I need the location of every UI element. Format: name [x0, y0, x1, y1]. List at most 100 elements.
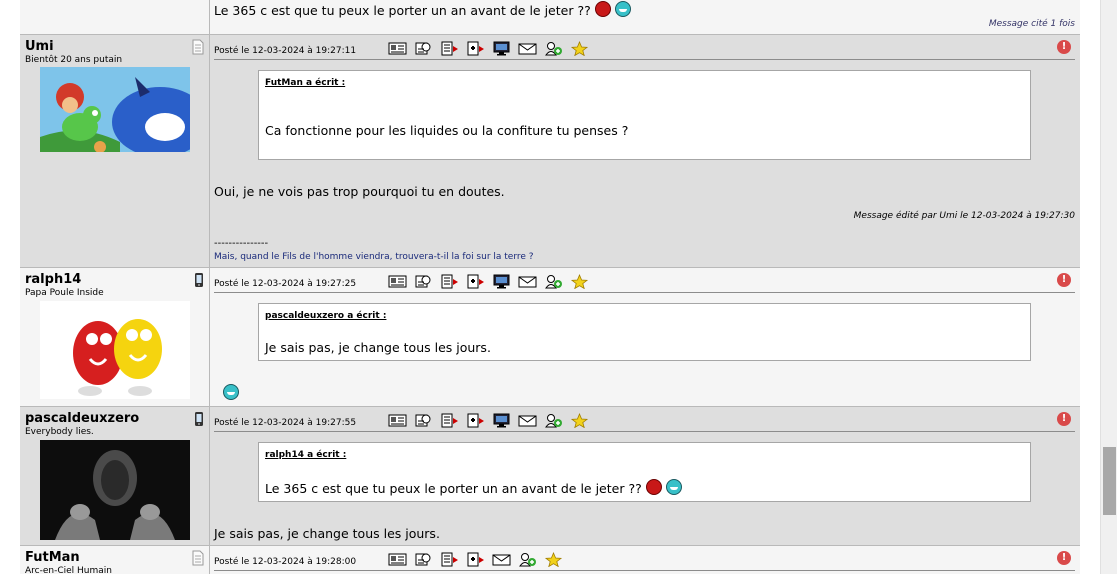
forum-post: FutMan Arc-en-Ciel Humain Posté le 12-03…: [20, 545, 1080, 574]
avatar: [40, 301, 190, 399]
page-scrollbar[interactable]: [1100, 0, 1117, 574]
quote-icon[interactable]: [440, 413, 459, 428]
message-body: Le 365 c est que tu peux le porter un an…: [214, 3, 591, 18]
scrollbar-thumb[interactable]: [1103, 447, 1116, 515]
author-panel: [20, 0, 210, 34]
multi-quote-icon[interactable]: [466, 41, 485, 56]
alert-moderator-icon[interactable]: !: [1057, 551, 1071, 565]
profile-card-icon[interactable]: [388, 41, 407, 56]
post-content: Posté le 12-03-2024 à 19:27:25 ! pascald…: [214, 268, 1075, 407]
post-content: Le 365 c est que tu peux le porter un an…: [214, 0, 1075, 34]
quote-author-link[interactable]: ralph14 a écrit :: [265, 450, 346, 460]
quote-author-link[interactable]: FutMan a écrit :: [265, 78, 345, 88]
quick-quote-icon[interactable]: [414, 41, 433, 56]
author-title: Everybody lies.: [25, 427, 94, 437]
private-message-icon[interactable]: [518, 274, 537, 289]
quote-text: Ca fonctionne pour les liquides ou la co…: [265, 123, 629, 138]
alert-moderator-icon[interactable]: !: [1057, 412, 1071, 426]
quote-body: Le 365 c est que tu peux le porter un an…: [265, 481, 642, 496]
multi-quote-icon[interactable]: [466, 274, 485, 289]
pc-icon[interactable]: [492, 274, 511, 289]
multi-quote-icon[interactable]: [466, 413, 485, 428]
author-panel: Umi Bientôt 20 ans putain: [20, 35, 210, 268]
post-date: Posté le 12-03-2024 à 19:27:55: [214, 418, 357, 428]
profile-sheet-icon[interactable]: [192, 39, 204, 55]
add-friend-icon[interactable]: [544, 413, 563, 428]
post-toolbar: Posté le 12-03-2024 à 19:28:00 !: [214, 551, 1075, 571]
quick-quote-icon[interactable]: [414, 413, 433, 428]
author-title: Arc-en-Ciel Humain: [25, 566, 112, 574]
author-title: Papa Poule Inside: [25, 288, 104, 298]
private-message-icon[interactable]: [518, 41, 537, 56]
post-date: Posté le 12-03-2024 à 19:27:11: [214, 46, 357, 56]
forum-post: Le 365 c est que tu peux le porter un an…: [20, 0, 1080, 34]
author-name[interactable]: pascaldeuxzero: [25, 411, 139, 426]
add-friend-icon[interactable]: [544, 41, 563, 56]
quote-text: Le 365 c est que tu peux le porter un an…: [265, 479, 682, 496]
quote-block: FutMan a écrit : Ca fonctionne pour les …: [258, 70, 1031, 160]
avatar: [40, 67, 190, 152]
forum-post: ralph14 Papa Poule Inside Posté le 12-03…: [20, 267, 1080, 407]
profile-sheet-icon[interactable]: [192, 550, 204, 566]
quote-text: Je sais pas, je change tous les jours.: [265, 340, 491, 355]
message-text: Le 365 c est que tu peux le porter un an…: [214, 1, 631, 18]
happy-smiley-icon: [223, 384, 239, 400]
forum-post: pascaldeuxzero Everybody lies. Posté le …: [20, 406, 1080, 546]
red-smiley-icon: [594, 1, 611, 17]
favorite-star-icon[interactable]: [570, 274, 589, 289]
message-text: Oui, je ne vois pas trop pourquoi tu en …: [214, 184, 505, 199]
red-smiley-icon: [645, 479, 662, 495]
post-toolbar: Posté le 12-03-2024 à 19:27:55 !: [214, 412, 1075, 432]
message-text: [223, 384, 239, 401]
quote-icon[interactable]: [440, 274, 459, 289]
add-friend-icon[interactable]: [544, 274, 563, 289]
private-message-icon[interactable]: [492, 552, 511, 567]
author-panel: pascaldeuxzero Everybody lies.: [20, 407, 210, 546]
add-friend-icon[interactable]: [518, 552, 537, 567]
quote-icon[interactable]: [440, 41, 459, 56]
pc-icon[interactable]: [492, 41, 511, 56]
pc-icon[interactable]: [492, 413, 511, 428]
quick-quote-icon[interactable]: [414, 274, 433, 289]
author-title: Bientôt 20 ans putain: [25, 55, 123, 65]
favorite-star-icon[interactable]: [570, 41, 589, 56]
mobile-phone-icon: [194, 411, 204, 427]
forum-post: Umi Bientôt 20 ans putain Posté le 12-03…: [20, 34, 1080, 268]
post-content: Posté le 12-03-2024 à 19:28:00 !: [214, 546, 1075, 574]
profile-card-icon[interactable]: [388, 413, 407, 428]
post-toolbar: Posté le 12-03-2024 à 19:27:25 !: [214, 273, 1075, 293]
quote-author-link[interactable]: pascaldeuxzero a écrit :: [265, 311, 386, 321]
avatar: [40, 440, 190, 540]
post-content: Posté le 12-03-2024 à 19:27:11 ! FutMan …: [214, 35, 1075, 268]
author-panel: FutMan Arc-en-Ciel Humain: [20, 546, 210, 574]
profile-card-icon[interactable]: [388, 552, 407, 567]
signature: Mais, quand le Fils de l'homme viendra, …: [214, 252, 534, 262]
alert-moderator-icon[interactable]: !: [1057, 40, 1071, 54]
post-content: Posté le 12-03-2024 à 19:27:55 ! ralph14…: [214, 407, 1075, 546]
alert-moderator-icon[interactable]: !: [1057, 273, 1071, 287]
post-actions: [388, 41, 589, 57]
multi-quote-icon[interactable]: [466, 552, 485, 567]
post-date: Posté le 12-03-2024 à 19:27:25: [214, 279, 357, 289]
favorite-star-icon[interactable]: [570, 413, 589, 428]
author-panel: ralph14 Papa Poule Inside: [20, 268, 210, 407]
post-toolbar: Posté le 12-03-2024 à 19:27:11 !: [214, 40, 1075, 60]
profile-card-icon[interactable]: [388, 274, 407, 289]
forum-topic: Le 365 c est que tu peux le porter un an…: [20, 0, 1080, 574]
quote-block: ralph14 a écrit : Le 365 c est que tu pe…: [258, 442, 1031, 502]
author-name[interactable]: Umi: [25, 39, 54, 54]
author-name[interactable]: ralph14: [25, 272, 81, 287]
favorite-star-icon[interactable]: [544, 552, 563, 567]
quote-icon[interactable]: [440, 552, 459, 567]
private-message-icon[interactable]: [518, 413, 537, 428]
quote-block: pascaldeuxzero a écrit : Je sais pas, je…: [258, 303, 1031, 361]
quote-count-link[interactable]: Message cité 1 fois: [989, 19, 1075, 29]
edit-notice: Message édité par Umi le 12-03-2024 à 19…: [853, 211, 1075, 221]
mobile-phone-icon: [194, 272, 204, 288]
quick-quote-icon[interactable]: [414, 552, 433, 567]
post-actions: [388, 552, 563, 568]
message-text: Je sais pas, je change tous les jours.: [214, 526, 440, 541]
post-date: Posté le 12-03-2024 à 19:28:00: [214, 557, 357, 567]
post-actions: [388, 274, 589, 290]
author-name[interactable]: FutMan: [25, 550, 80, 565]
